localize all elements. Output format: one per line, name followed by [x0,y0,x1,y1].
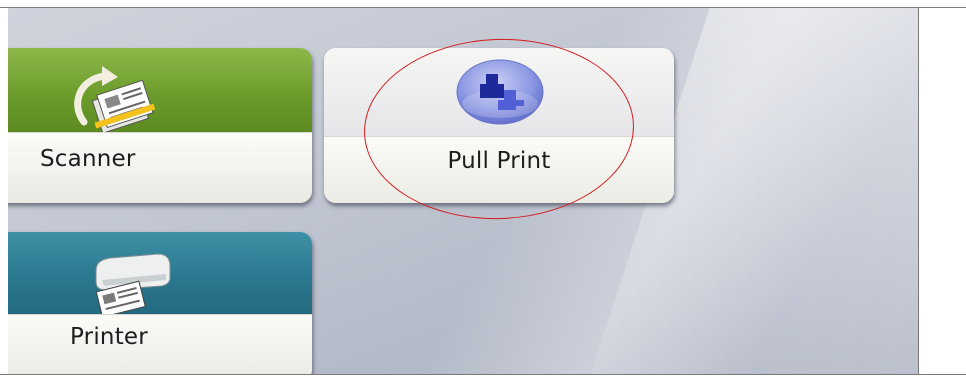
printer-tile-header [8,232,312,316]
printer-tile[interactable]: Printer [8,232,312,374]
device-touchscreen: Scanner Pull Print Printer [8,8,919,374]
scanner-tile-header [8,48,312,134]
scanner-icon [74,66,156,134]
scanner-tile[interactable]: Scanner [8,48,312,203]
printer-icon [95,253,171,316]
pull-print-tile[interactable]: Pull Print [324,48,674,203]
pull-print-icon [456,59,544,125]
pull-print-label: Pull Print [447,148,551,174]
screenshot-frame: Scanner Pull Print Printer [0,0,966,379]
printer-label: Printer [70,324,148,350]
scanner-label: Scanner [40,146,136,172]
bottom-border [0,374,966,375]
pull-print-tile-header [324,48,674,136]
